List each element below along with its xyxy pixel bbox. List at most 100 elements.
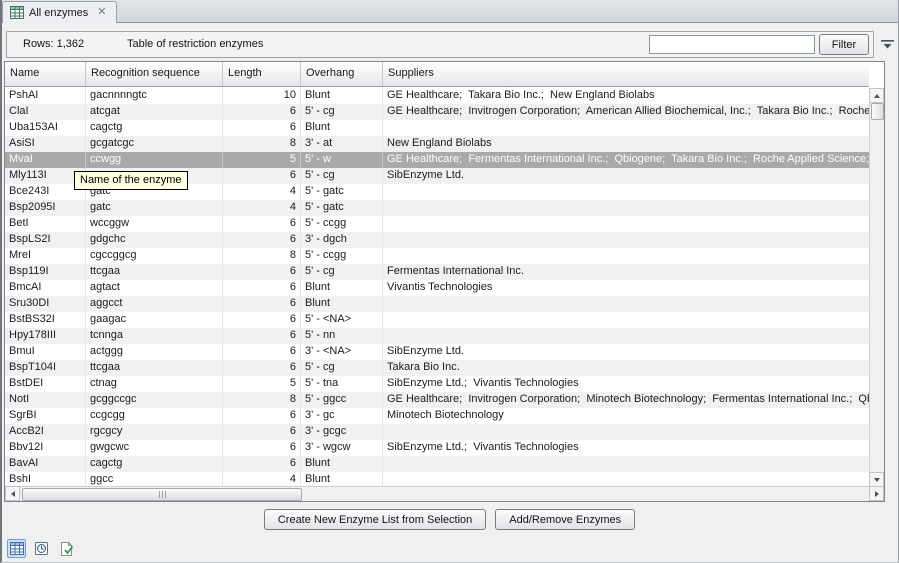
table-row[interactable]: Sru30DIaggcct6Blunt <box>5 296 869 312</box>
column-header-length[interactable]: Length <box>223 62 301 86</box>
table-row[interactable]: BstDEIctnag55' - tnaSibEnzyme Ltd.; Viva… <box>5 376 869 392</box>
cell-overhang: 5' - ggcc <box>301 392 383 408</box>
cell-suppliers: Vivantis Technologies <box>383 280 869 296</box>
table-row[interactable]: BspT104Ittcgaa65' - cgTakara Bio Inc. <box>5 360 869 376</box>
cell-name: Sru30DI <box>5 296 86 312</box>
scroll-down-button[interactable] <box>869 472 884 487</box>
cell-length: 6 <box>223 456 301 472</box>
cell-name: Bsp2095I <box>5 200 86 216</box>
column-header-overhang[interactable]: Overhang <box>301 62 383 86</box>
tab-bar: All enzymes ✕ <box>0 0 899 23</box>
create-enzyme-list-button[interactable]: Create New Enzyme List from Selection <box>264 509 486 530</box>
column-header-recognition-sequence[interactable]: Recognition sequence <box>86 62 223 86</box>
table-row[interactable]: PshAIgacnnnngtc10BluntGE Healthcare; Tak… <box>5 88 869 104</box>
cell-name: BetI <box>5 216 86 232</box>
cell-name: AsiSI <box>5 136 86 152</box>
table-row[interactable]: Hpy178IIItcnnga65' - nn <box>5 328 869 344</box>
cell-name: BmuI <box>5 344 86 360</box>
cell-suppliers <box>383 472 869 487</box>
cell-suppliers: SibEnzyme Ltd. <box>383 344 869 360</box>
table-view-icon[interactable] <box>7 539 26 558</box>
cell-overhang: Blunt <box>301 472 383 487</box>
cell-suppliers: GE Healthcare; Invitrogen Corporation; M… <box>383 392 869 408</box>
table-row[interactable]: Uba153AIcagctg6Blunt <box>5 120 869 136</box>
cell-suppliers <box>383 248 869 264</box>
grip-icon <box>159 491 160 498</box>
table-row[interactable]: BstBS32Igaagac65' - <NA> <box>5 312 869 328</box>
cell-overhang: 5' - <NA> <box>301 312 383 328</box>
table-row[interactable]: ClaIatcgat65' - cgGE Healthcare; Invitro… <box>5 104 869 120</box>
horizontal-scrollbar-thumb[interactable] <box>22 488 302 501</box>
close-icon[interactable]: ✕ <box>97 7 106 18</box>
table-row[interactable]: BspLS2Igdgchc63' - dgch <box>5 232 869 248</box>
cell-sequence: ccgcgg <box>86 408 223 424</box>
cell-length: 6 <box>223 328 301 344</box>
tab-all-enzymes[interactable]: All enzymes ✕ <box>2 1 117 23</box>
table-row[interactable]: BshIggcc4Blunt <box>5 472 869 487</box>
cell-length: 8 <box>223 136 301 152</box>
vertical-scrollbar-thumb[interactable] <box>871 103 884 120</box>
scroll-up-button[interactable] <box>869 88 884 103</box>
cell-length: 6 <box>223 296 301 312</box>
enzymes-table: Name Recognition sequence Length Overhan… <box>4 61 885 502</box>
cell-length: 6 <box>223 216 301 232</box>
table-row[interactable]: BavAIcagctg6Blunt <box>5 456 869 472</box>
table-row[interactable]: AccB2Irgcgcy63' - gcgc <box>5 424 869 440</box>
scroll-right-button[interactable] <box>869 486 884 501</box>
table-row[interactable]: BmcAIagtact6BluntVivantis Technologies <box>5 280 869 296</box>
cell-overhang: 5' - gatc <box>301 200 383 216</box>
cell-length: 6 <box>223 104 301 120</box>
add-remove-enzymes-button[interactable]: Add/Remove Enzymes <box>495 509 635 530</box>
cell-name: BspT104I <box>5 360 86 376</box>
table-row[interactable]: Bsp119Ittcgaa65' - cgFermentas Internati… <box>5 264 869 280</box>
filter-menu-icon[interactable] <box>879 36 896 53</box>
cell-length: 8 <box>223 392 301 408</box>
arrow-down-icon <box>874 478 880 482</box>
cell-sequence: actggg <box>86 344 223 360</box>
table-row[interactable]: MreIcgccggcg85' - ccgg <box>5 248 869 264</box>
cell-length: 6 <box>223 280 301 296</box>
cell-suppliers <box>383 296 869 312</box>
filter-input[interactable] <box>649 35 815 54</box>
cell-name: PshAI <box>5 88 86 104</box>
cell-overhang: 5' - nn <box>301 328 383 344</box>
cell-overhang: 5' - tna <box>301 376 383 392</box>
cell-overhang: 3' - wgcw <box>301 440 383 456</box>
table-header: Name Recognition sequence Length Overhan… <box>5 62 869 87</box>
cell-length: 6 <box>223 408 301 424</box>
cell-suppliers: GE Healthcare; Takara Bio Inc.; New Engl… <box>383 88 869 104</box>
column-header-name[interactable]: Name <box>5 62 86 86</box>
element-info-view-icon[interactable] <box>57 539 76 558</box>
horizontal-scrollbar[interactable] <box>5 486 884 501</box>
cell-suppliers <box>383 120 869 136</box>
table-row[interactable]: MvaIccwgg55' - wGE Healthcare; Fermentas… <box>5 152 869 168</box>
cell-sequence: agtact <box>86 280 223 296</box>
cell-sequence: wccggw <box>86 216 223 232</box>
cell-overhang: 3' - at <box>301 136 383 152</box>
tooltip: Name of the enzyme <box>74 171 188 190</box>
column-header-suppliers[interactable]: Suppliers <box>383 62 869 86</box>
cell-length: 6 <box>223 344 301 360</box>
cell-suppliers: Fermentas International Inc. <box>383 264 869 280</box>
cell-sequence: ttcgaa <box>86 360 223 376</box>
table-subtitle: Table of restriction enzymes <box>127 32 263 57</box>
table-row[interactable]: BetIwccggw65' - ccgg <box>5 216 869 232</box>
table-row[interactable]: Bbv12Igwgcwc63' - wgcwSibEnzyme Ltd.; Vi… <box>5 440 869 456</box>
cell-sequence: gcggccgc <box>86 392 223 408</box>
table-row[interactable]: BmuIactggg63' - <NA>SibEnzyme Ltd. <box>5 344 869 360</box>
cell-sequence: tcnnga <box>86 328 223 344</box>
cell-sequence: ggcc <box>86 472 223 487</box>
history-view-icon[interactable] <box>32 539 51 558</box>
cell-suppliers <box>383 312 869 328</box>
cell-sequence: ttcgaa <box>86 264 223 280</box>
scroll-left-button[interactable] <box>5 486 20 501</box>
table-row[interactable]: NotIgcggccgc85' - ggccGE Healthcare; Inv… <box>5 392 869 408</box>
table-row[interactable]: SgrBIccgcgg63' - gcMinotech Biotechnolog… <box>5 408 869 424</box>
table-row[interactable]: Bsp2095Igatc45' - gatc <box>5 200 869 216</box>
cell-sequence: ctnag <box>86 376 223 392</box>
filter-button[interactable]: Filter <box>819 34 869 55</box>
table-row[interactable]: AsiSIgcgatcgc83' - atNew England Biolabs <box>5 136 869 152</box>
cell-length: 6 <box>223 168 301 184</box>
vertical-scrollbar[interactable] <box>869 88 884 487</box>
cell-overhang: Blunt <box>301 120 383 136</box>
